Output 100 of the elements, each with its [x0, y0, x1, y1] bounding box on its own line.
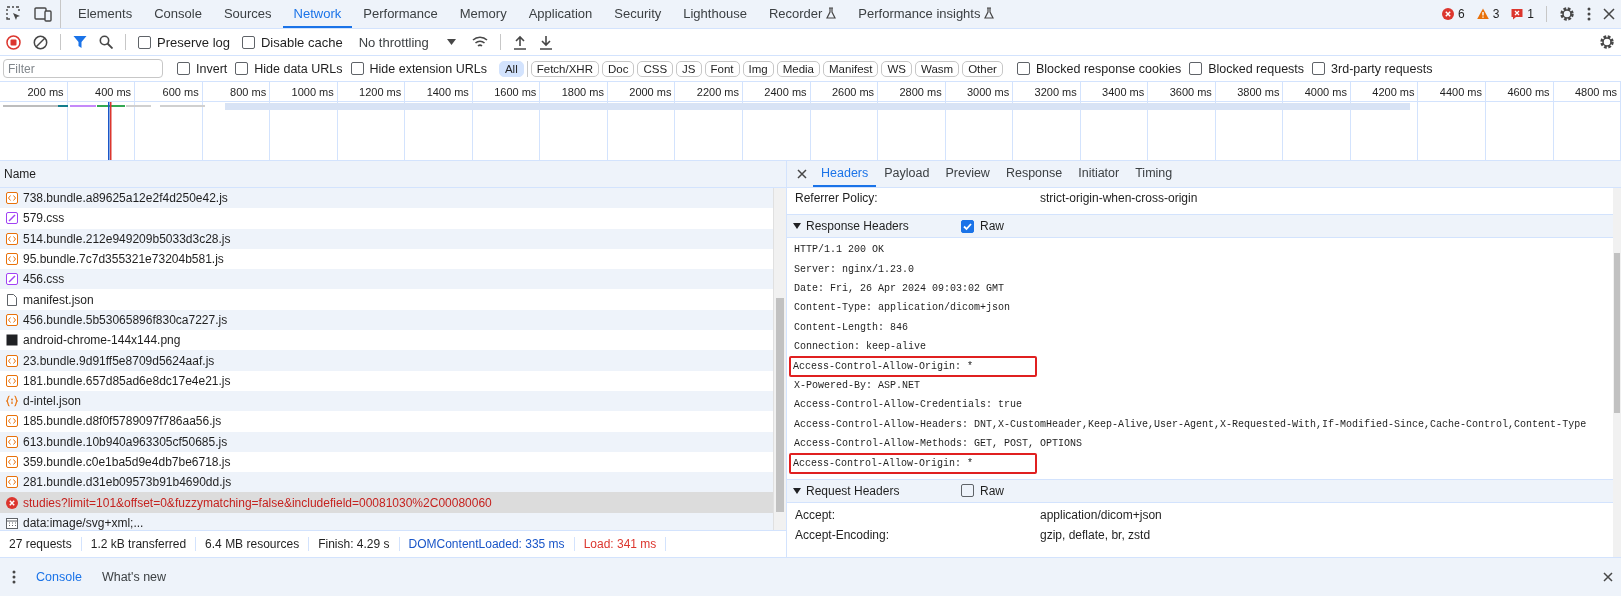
checkbox[interactable] — [138, 35, 151, 49]
close-icon[interactable] — [1603, 8, 1615, 20]
panel-tab[interactable]: Application — [517, 0, 604, 28]
request-row[interactable]: android-chrome-144x144.png — [0, 330, 773, 351]
expanded-triangle-icon[interactable] — [793, 222, 801, 230]
request-row[interactable]: 23.bundle.9d91ff5e8709d5624aaf.js — [0, 350, 773, 371]
request-row[interactable]: 281.bundle.d31eb09573b91b4690dd.js — [0, 472, 773, 493]
checkbox-label[interactable]: 3rd-party requests — [1331, 61, 1433, 76]
inspect-element-icon[interactable] — [6, 6, 22, 22]
search-icon[interactable] — [99, 35, 113, 49]
clear-icon[interactable] — [33, 34, 48, 50]
request-row[interactable]: 95.bundle.7c7d355321e73204b581.js — [0, 248, 773, 270]
type-filter-chip[interactable]: Media — [776, 60, 820, 77]
scrollbar[interactable] — [773, 188, 786, 530]
type-filter-chip[interactable]: Fetch/XHR — [530, 60, 599, 77]
panel-tab[interactable]: Network — [282, 0, 353, 28]
checkbox[interactable] — [1189, 62, 1203, 75]
drawer-tab[interactable]: Console — [26, 570, 92, 584]
panel-tab[interactable]: Lighthouse — [672, 0, 758, 28]
drawer-tab[interactable]: What's new — [91, 570, 177, 584]
panel-tab[interactable]: Console — [143, 0, 213, 28]
request-name: 359.bundle.c0e1ba5d9e4db7be6718.js — [23, 455, 231, 469]
close-icon[interactable] — [797, 169, 807, 179]
details-tab[interactable]: Headers — [813, 161, 877, 187]
column-header[interactable]: Name — [4, 167, 36, 181]
details-tab[interactable]: Payload — [876, 161, 938, 187]
type-filter-chip[interactable]: Manifest — [823, 60, 879, 77]
settings-icon[interactable] — [1559, 6, 1575, 22]
checkbox[interactable] — [177, 62, 190, 75]
panel-tab[interactable]: Performance insights — [847, 0, 1006, 28]
checkbox-label[interactable]: Raw — [980, 219, 1004, 233]
throttling-dropdown[interactable]: No throttling — [354, 34, 460, 50]
checkbox-label[interactable]: Hide data URLs — [254, 61, 343, 76]
download-icon[interactable] — [538, 34, 553, 50]
issue-count[interactable]: 6 — [1457, 7, 1465, 21]
request-row[interactable]: 359.bundle.c0e1ba5d9e4db7be6718.js — [0, 451, 773, 473]
details-tab[interactable]: Initiator — [1070, 161, 1128, 187]
panel-tab[interactable]: Elements — [67, 0, 144, 28]
checkbox-label[interactable]: Raw — [980, 483, 1004, 498]
close-icon[interactable] — [1603, 572, 1613, 582]
checkbox-label[interactable]: Blocked response cookies — [1035, 61, 1182, 76]
more-options-icon[interactable] — [1587, 7, 1591, 21]
type-filter-chip[interactable]: Doc — [601, 60, 635, 77]
status-link[interactable]: DOMContentLoaded: 335 ms — [399, 537, 575, 551]
type-filter-chip[interactable]: Wasm — [915, 60, 960, 77]
type-filter-chip[interactable]: JS — [676, 60, 702, 77]
checkbox-label[interactable]: Blocked requests — [1208, 61, 1305, 76]
issue-count[interactable]: 3 — [1492, 7, 1500, 21]
request-row[interactable]: d-intel.json — [0, 390, 773, 412]
checkbox[interactable] — [350, 62, 364, 75]
panel-tab[interactable]: Sources — [212, 0, 283, 28]
checkbox[interactable] — [1312, 62, 1326, 75]
request-row[interactable]: 514.bundle.212e949209b5033d3c28.js — [0, 228, 773, 249]
filter-icon[interactable] — [73, 35, 87, 49]
filter-input[interactable]: Filter — [3, 59, 163, 78]
checkbox-label[interactable]: Hide extension URLs — [369, 61, 487, 76]
request-row[interactable]: 456.css — [0, 269, 773, 290]
request-row[interactable]: 738.bundle.a89625a12e2f4d250e42.js — [0, 188, 773, 209]
details-tab[interactable]: Timing — [1127, 161, 1181, 187]
type-filter-chip[interactable]: Img — [742, 60, 774, 77]
request-row[interactable]: manifest.json — [0, 289, 773, 310]
type-filter-chip[interactable]: Font — [704, 60, 740, 77]
checkbox-label[interactable]: Invert — [196, 61, 228, 76]
type-filter-chip[interactable]: WS — [881, 60, 912, 77]
checkbox[interactable] — [1016, 62, 1030, 75]
upload-icon[interactable] — [512, 34, 527, 50]
checkbox-label[interactable]: Preserve log — [157, 34, 230, 50]
stop-recording-icon[interactable] — [6, 34, 21, 50]
checkbox[interactable] — [242, 35, 255, 49]
panel-tab[interactable]: Security — [603, 0, 673, 28]
request-row[interactable]: 181.bundle.657d85ad6e8dc17e4e21.js — [0, 370, 773, 391]
panel-tab[interactable]: Recorder — [757, 0, 848, 28]
status-link[interactable]: Load: 341 ms — [574, 537, 667, 551]
type-filter-chip[interactable]: CSS — [637, 60, 674, 77]
network-conditions-icon[interactable] — [471, 35, 488, 49]
section-title[interactable]: Request Headers — [806, 483, 900, 498]
request-row[interactable]: 579.css — [0, 208, 773, 229]
request-row[interactable]: studies?limit=101&offset=0&fuzzymatching=false&includefield=00081030%2C00080060 — [0, 492, 773, 513]
request-row[interactable]: 185.bundle.d8f0f5789097f786aa56.js — [0, 411, 773, 432]
details-tab[interactable]: Preview — [937, 161, 998, 187]
request-name: 738.bundle.a89625a12e2f4d250e42.js — [23, 191, 228, 206]
panel-tab[interactable]: Memory — [448, 0, 518, 28]
request-row[interactable]: 613.bundle.10b940a963305cf50685.js — [0, 431, 773, 452]
settings-icon[interactable] — [1599, 34, 1615, 50]
more-options-icon[interactable] — [12, 570, 16, 584]
checkbox[interactable] — [961, 219, 974, 233]
panel-tab[interactable]: Performance — [352, 0, 449, 28]
checkbox[interactable] — [235, 62, 249, 75]
caret-icon[interactable] — [446, 39, 456, 45]
device-toolbar-icon[interactable] — [34, 6, 52, 22]
scrollbar[interactable] — [1613, 188, 1621, 557]
checkbox[interactable] — [961, 484, 974, 498]
issue-count[interactable]: 1 — [1527, 7, 1534, 21]
type-filter-chip[interactable]: Other — [962, 60, 1003, 77]
request-row[interactable]: 456.bundle.5b53065896f830ca7227.js — [0, 309, 773, 331]
section-title[interactable]: Response Headers — [806, 219, 909, 233]
details-tab[interactable]: Response — [997, 161, 1071, 187]
expanded-triangle-icon[interactable] — [793, 486, 801, 495]
checkbox-label[interactable]: Disable cache — [261, 34, 343, 50]
type-filter-chip[interactable]: All — [498, 60, 524, 77]
